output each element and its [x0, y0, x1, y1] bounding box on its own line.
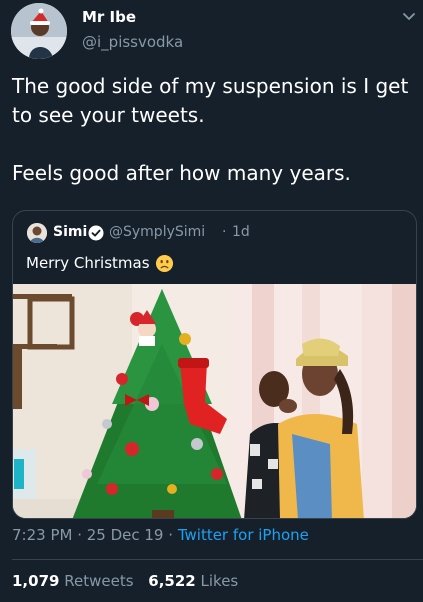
slightly-frowning-face-icon [155, 254, 174, 273]
display-name[interactable]: Mr Ibe [82, 8, 136, 26]
tweet-stats: 1,079 Retweets 6,522 Likes [12, 572, 248, 590]
retweets-stat[interactable]: 1,079 Retweets [12, 572, 134, 590]
retweets-count: 1,079 [12, 572, 60, 590]
quoted-age[interactable]: 1d [232, 224, 250, 240]
tweet-meta: 7:23 PM · 25 Dec 19 · Twitter for iPhone [12, 526, 309, 544]
chevron-down-icon[interactable] [401, 8, 417, 24]
quoted-handle[interactable]: @SymplySimi [109, 224, 205, 240]
meta-separator: · [168, 526, 174, 544]
tweet-text-line-1: The good side of my suspension is I get … [12, 74, 409, 127]
tweet-source-link[interactable]: Twitter for iPhone [178, 526, 309, 544]
quoted-avatar[interactable] [27, 223, 47, 243]
quoted-avatar-image [27, 223, 47, 243]
tweet-text: The good side of my suspension is I get … [12, 72, 412, 188]
quoted-separator: · [222, 224, 227, 240]
avatar[interactable] [11, 3, 67, 59]
verified-badge-icon [88, 225, 104, 241]
tweet-text-line-2: Feels good after how many years. [12, 161, 351, 185]
quoted-tweet[interactable]: Simi @SymplySimi · 1d Merry Christmas [12, 210, 417, 519]
quoted-display-name[interactable]: Simi [53, 224, 87, 240]
likes-count: 6,522 [148, 572, 196, 590]
retweets-label: Retweets [64, 572, 134, 590]
likes-label: Likes [200, 572, 239, 590]
quoted-photo[interactable] [12, 284, 417, 519]
divider [12, 559, 423, 560]
quoted-text: Merry Christmas [26, 254, 150, 272]
tweet-timestamp[interactable]: 7:23 PM · 25 Dec 19 [12, 526, 163, 544]
avatar-image [11, 3, 67, 59]
user-handle[interactable]: @i_pissvodka [82, 33, 183, 51]
likes-stat[interactable]: 6,522 Likes [148, 572, 238, 590]
